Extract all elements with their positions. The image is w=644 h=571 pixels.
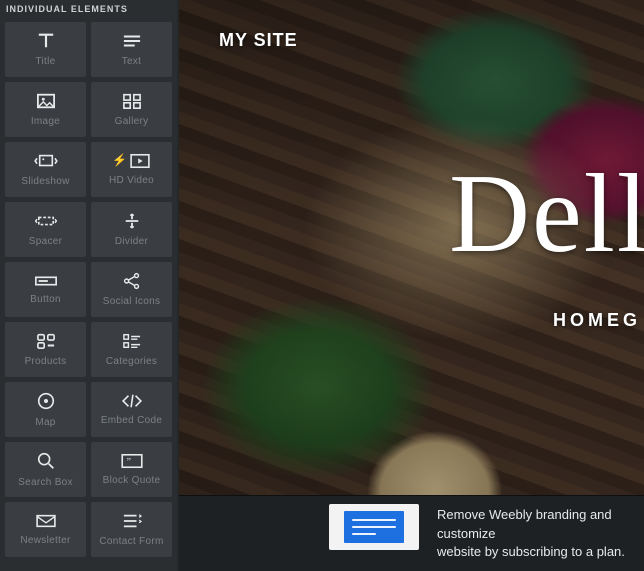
button-icon bbox=[34, 274, 58, 288]
element-tile-social-icons[interactable]: Social Icons bbox=[91, 262, 172, 317]
newsletter-icon bbox=[35, 513, 57, 529]
svg-text:”: ” bbox=[126, 457, 130, 468]
element-tile-title[interactable]: Title bbox=[5, 22, 86, 77]
element-tile-label: Search Box bbox=[18, 477, 73, 488]
element-tile-label: Title bbox=[35, 56, 55, 67]
element-tile-block-quote[interactable]: ” Block Quote bbox=[91, 442, 172, 497]
element-tile-image[interactable]: Image bbox=[5, 82, 86, 137]
element-tile-spacer[interactable]: Spacer bbox=[5, 202, 86, 257]
elements-grid: Title Text Image bbox=[0, 18, 177, 562]
divider-icon bbox=[121, 212, 143, 230]
app-root: INDIVIDUAL ELEMENTS Title Text bbox=[0, 0, 644, 571]
elements-sidebar: INDIVIDUAL ELEMENTS Title Text bbox=[0, 0, 179, 571]
hero-subheadline[interactable]: HOMEG bbox=[553, 310, 641, 331]
element-tile-label: Gallery bbox=[115, 116, 149, 127]
block-quote-icon: ” bbox=[120, 453, 144, 469]
editor-canvas[interactable]: MY SITE Dell HOMEG Remove Weebly brandin… bbox=[179, 0, 644, 571]
element-tile-label: Divider bbox=[115, 236, 148, 247]
element-tile-button[interactable]: Button bbox=[5, 262, 86, 317]
element-tile-label: Block Quote bbox=[103, 475, 161, 486]
element-tile-search-box[interactable]: Search Box bbox=[5, 442, 86, 497]
search-box-icon bbox=[36, 451, 56, 471]
map-icon bbox=[36, 391, 56, 411]
elements-scroll[interactable]: Title Text Image bbox=[0, 18, 177, 571]
hero-headline[interactable]: Dell bbox=[449, 158, 644, 270]
social-icons-icon bbox=[122, 272, 142, 290]
element-tile-map[interactable]: Map bbox=[5, 382, 86, 437]
element-tile-label: Embed Code bbox=[101, 415, 162, 426]
sidebar-heading: INDIVIDUAL ELEMENTS bbox=[0, 0, 177, 18]
text-icon bbox=[121, 32, 143, 50]
element-tile-label: Map bbox=[35, 417, 55, 428]
upgrade-banner-text: Remove Weebly branding and customize web… bbox=[437, 506, 628, 561]
upgrade-banner[interactable]: Remove Weebly branding and customize web… bbox=[179, 495, 644, 571]
element-tile-contact-form[interactable]: Contact Form bbox=[91, 502, 172, 557]
gallery-icon bbox=[121, 92, 143, 110]
contact-form-icon bbox=[121, 512, 143, 530]
slideshow-icon bbox=[33, 152, 59, 170]
products-icon bbox=[35, 332, 57, 350]
element-tile-gallery[interactable]: Gallery bbox=[91, 82, 172, 137]
element-tile-label: Categories bbox=[106, 356, 157, 367]
site-title[interactable]: MY SITE bbox=[219, 30, 298, 51]
title-icon bbox=[35, 32, 57, 50]
element-tile-label: Newsletter bbox=[20, 535, 70, 546]
hd-video-icon: ⚡ bbox=[112, 153, 151, 169]
upgrade-banner-line1: Remove Weebly branding and customize bbox=[437, 507, 612, 540]
element-tile-label: Image bbox=[31, 116, 60, 127]
upgrade-banner-graphic bbox=[329, 504, 419, 550]
element-tile-newsletter[interactable]: Newsletter bbox=[5, 502, 86, 557]
element-tile-text[interactable]: Text bbox=[91, 22, 172, 77]
hero-background bbox=[179, 0, 644, 571]
element-tile-label: Slideshow bbox=[21, 176, 69, 187]
element-tile-label: Social Icons bbox=[103, 296, 161, 307]
element-tile-categories[interactable]: Categories bbox=[91, 322, 172, 377]
element-tile-hd-video[interactable]: ⚡ HD Video bbox=[91, 142, 172, 197]
element-tile-products[interactable]: Products bbox=[5, 322, 86, 377]
element-tile-embed-code[interactable]: Embed Code bbox=[91, 382, 172, 437]
image-icon bbox=[35, 92, 57, 110]
element-tile-label: Button bbox=[30, 294, 61, 305]
bolt-icon: ⚡ bbox=[112, 153, 127, 167]
spacer-icon bbox=[35, 212, 57, 230]
embed-code-icon bbox=[120, 393, 144, 409]
element-tile-label: Spacer bbox=[29, 236, 63, 247]
categories-icon bbox=[121, 332, 143, 350]
element-tile-slideshow[interactable]: Slideshow bbox=[5, 142, 86, 197]
element-tile-divider[interactable]: Divider bbox=[91, 202, 172, 257]
element-tile-label: Products bbox=[25, 356, 67, 367]
element-tile-label: HD Video bbox=[109, 175, 154, 186]
element-tile-label: Text bbox=[122, 56, 142, 67]
upgrade-banner-line2: website by subscribing to a plan. bbox=[437, 544, 625, 559]
element-tile-label: Contact Form bbox=[99, 536, 163, 547]
